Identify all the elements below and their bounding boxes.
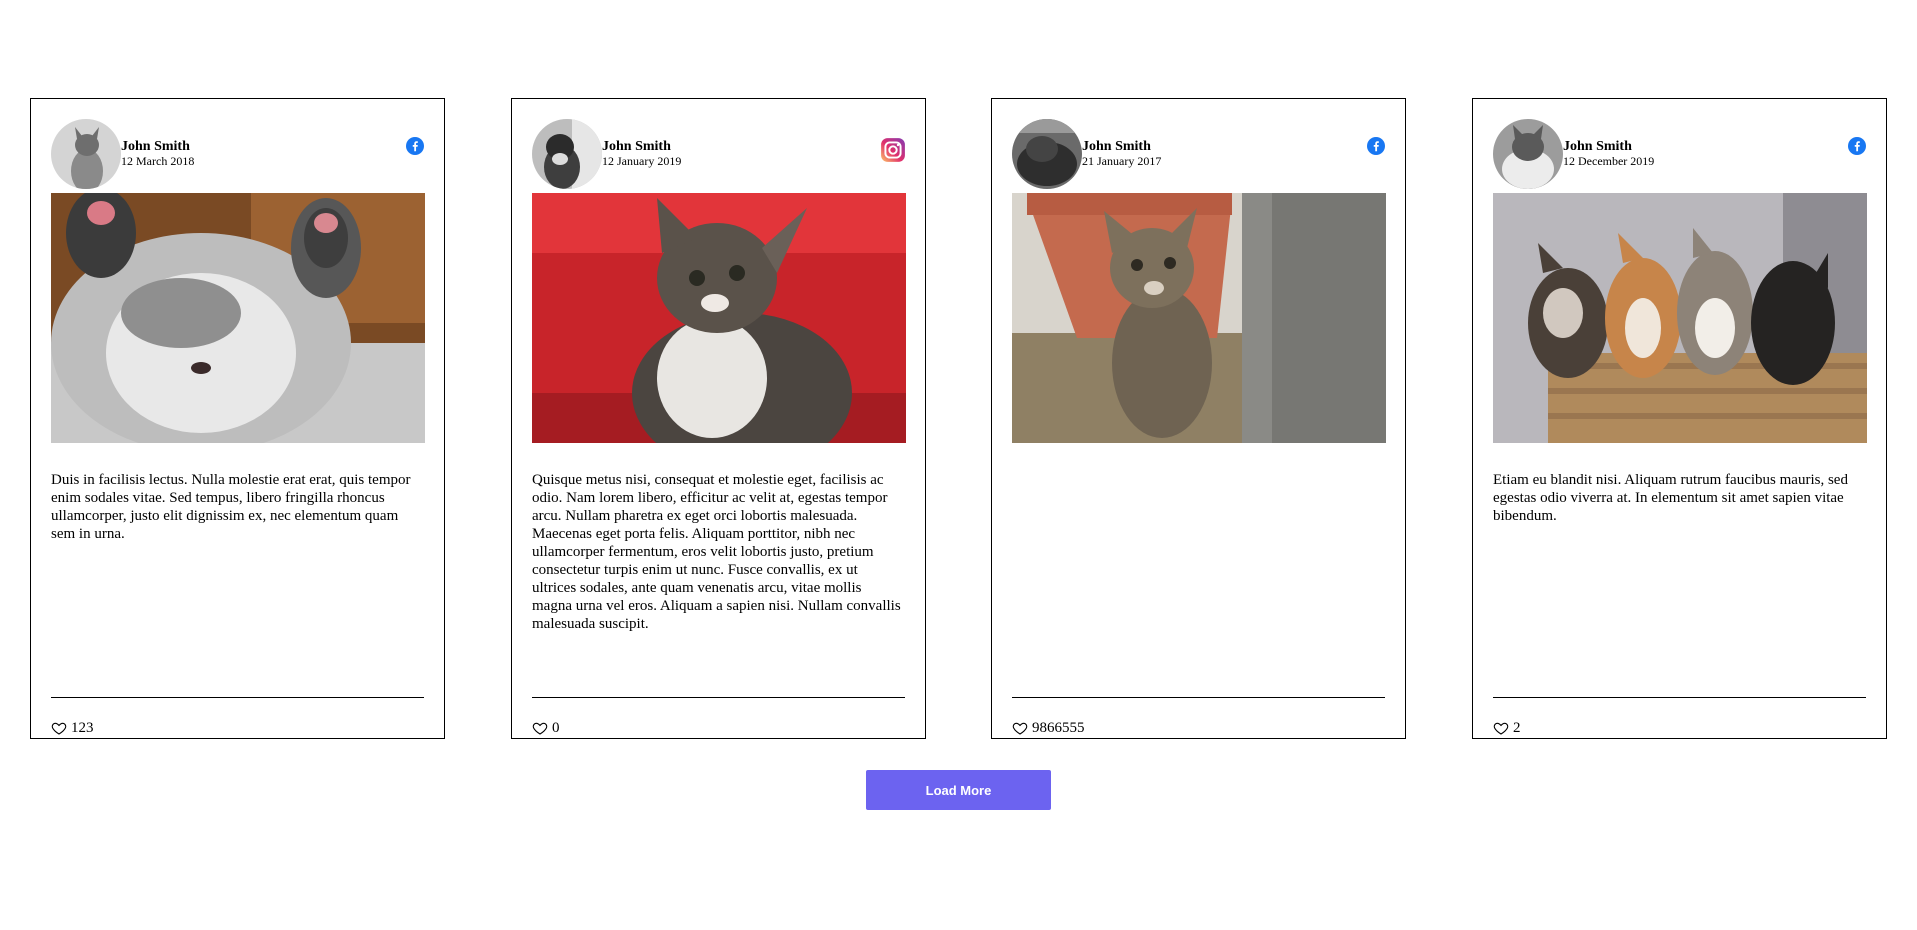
post-image[interactable] (532, 193, 906, 443)
heart-icon[interactable] (51, 720, 67, 736)
heart-icon[interactable] (1493, 720, 1509, 736)
avatar (51, 119, 121, 189)
like-count: 9866555 (1032, 719, 1085, 736)
avatar (1012, 119, 1082, 189)
divider (1012, 697, 1385, 698)
post-date: 12 January 2019 (602, 154, 682, 168)
post-card: John Smith 12 January 2019 Quisque metus… (511, 98, 926, 739)
facebook-icon[interactable] (1848, 137, 1866, 155)
likes: 0 (532, 719, 560, 737)
post-header: John Smith 12 March 2018 (51, 119, 424, 189)
post-header: John Smith 12 January 2019 (532, 119, 905, 189)
author-name[interactable]: John Smith (1082, 139, 1161, 154)
author-info: John Smith 12 January 2019 (602, 139, 681, 169)
post-date: 12 December 2019 (1563, 154, 1655, 168)
avatar (532, 119, 602, 189)
post-header: John Smith 21 January 2017 (1012, 119, 1385, 189)
facebook-icon[interactable] (406, 137, 424, 155)
author-info: John Smith 12 December 2019 (1563, 139, 1654, 169)
likes: 123 (51, 719, 94, 737)
post-image[interactable] (51, 193, 425, 443)
facebook-icon[interactable] (1367, 137, 1385, 155)
heart-icon[interactable] (532, 720, 548, 736)
like-count: 123 (71, 719, 94, 736)
like-count: 2 (1513, 719, 1521, 736)
divider (1493, 697, 1866, 698)
author-name[interactable]: John Smith (121, 139, 194, 154)
avatar (1493, 119, 1563, 189)
author-name[interactable]: John Smith (602, 139, 681, 154)
likes: 9866555 (1012, 719, 1085, 737)
divider (532, 697, 905, 698)
post-image[interactable] (1493, 193, 1867, 443)
post-text: Quisque metus nisi, consequat et molesti… (532, 472, 901, 632)
post-text: Duis in facilisis lectus. Nulla molestie… (51, 472, 411, 542)
load-more-button[interactable]: Load More (866, 770, 1051, 810)
likes: 2 (1493, 719, 1521, 737)
post-date: 21 January 2017 (1082, 154, 1162, 168)
author-name[interactable]: John Smith (1563, 139, 1654, 154)
post-card: John Smith 21 January 2017 9866555 (991, 98, 1406, 739)
instagram-icon[interactable] (880, 137, 906, 163)
heart-icon[interactable] (1012, 720, 1028, 736)
post-date: 12 March 2018 (121, 154, 195, 168)
author-info: John Smith 12 March 2018 (121, 139, 194, 169)
post-card: John Smith 12 December 2019 Etiam eu bla… (1472, 98, 1887, 739)
post-image[interactable] (1012, 193, 1386, 443)
divider (51, 697, 424, 698)
post-text: Etiam eu blandit nisi. Aliquam rutrum fa… (1493, 472, 1848, 524)
like-count: 0 (552, 719, 560, 736)
author-info: John Smith 21 January 2017 (1082, 139, 1161, 169)
post-card: John Smith 12 March 2018 Duis in facilis… (30, 98, 445, 739)
post-header: John Smith 12 December 2019 (1493, 119, 1866, 189)
